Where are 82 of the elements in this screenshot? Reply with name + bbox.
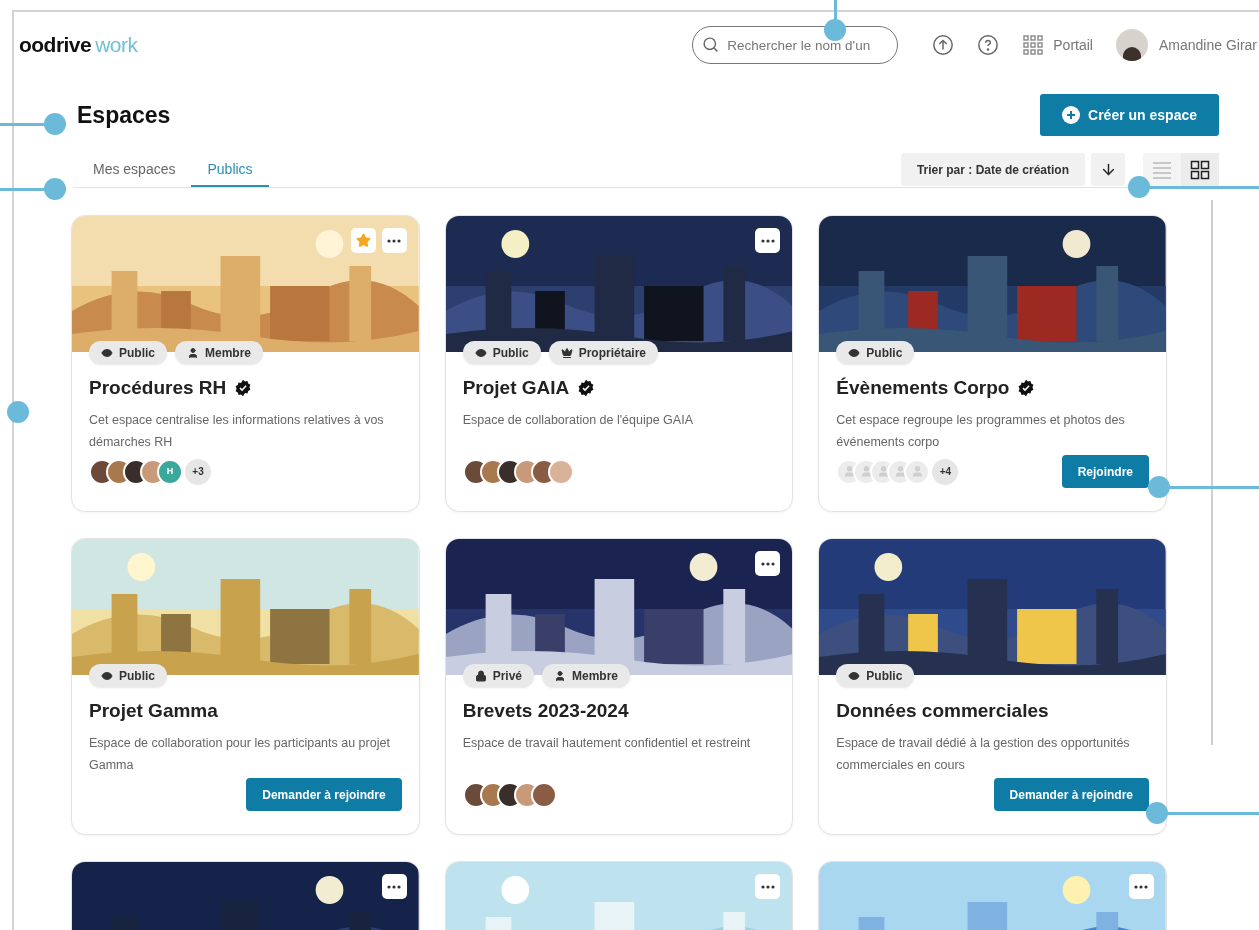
person-icon [859, 465, 873, 478]
join-button[interactable]: Rejoindre [1061, 455, 1149, 488]
space-title: Brevets 2023-2024 [462, 699, 629, 723]
tag: Public [89, 664, 167, 687]
more-button[interactable] [755, 551, 781, 576]
plus-circle-icon [1062, 106, 1081, 124]
space-description: Cet espace regroupe les programmes et photos des événements corpo [836, 411, 1126, 451]
scrollbar[interactable] [1211, 200, 1213, 745]
space-card[interactable]: Public Projet Gamma Espace de collaboration pour les participants au projet Gamma Demander à rejoindre [71, 538, 420, 835]
public-icon [474, 346, 487, 359]
user-avatar[interactable] [1115, 29, 1148, 61]
space-description: Espace de travail hautement confidentiel et restreint [462, 734, 752, 752]
tag: Membre [175, 341, 264, 364]
help-icon[interactable] [977, 34, 1000, 56]
more-icon [1134, 884, 1149, 889]
verified-icon [577, 379, 596, 398]
space-title: Projet Gamma [89, 699, 218, 723]
tag: Public [836, 664, 915, 687]
person-icon [876, 465, 890, 478]
space-description: Espace de travail dédié à la gestion des opportunités commerciales en cours [836, 734, 1131, 774]
public-icon [101, 669, 113, 682]
search-icon [702, 36, 720, 53]
verified-icon [1017, 379, 1036, 398]
tab[interactable]: Publics [191, 153, 269, 187]
more-icon [387, 238, 402, 243]
person-icon [842, 465, 856, 478]
public-icon [848, 669, 861, 682]
person-icon [893, 465, 907, 478]
space-description: Espace de collaboration de l'équipe GAIA [462, 411, 694, 429]
space-card[interactable]: Privé Membre Brevets 2023-2024 Espace de travail hautement confidentiel et restreint [444, 538, 794, 835]
space-description: Espace de collaboration pour les participants au projet Gamma [89, 734, 391, 774]
space-description: Cet espace centralise les informations relatives à vos démarches RH [89, 411, 385, 451]
sort-direction-button[interactable] [1091, 153, 1125, 186]
space-title: Données commerciales [836, 699, 1049, 723]
search-field[interactable]: Rechercher le nom d'un [692, 26, 899, 64]
space-card[interactable]: Public Évènements Corpo Cet espace regroupe les programmes et photos des événements corpo +4 Rejoindre [818, 215, 1167, 512]
public-icon [101, 346, 113, 359]
tag: Membre [542, 664, 631, 687]
tag: Privé [462, 664, 534, 687]
user-name[interactable]: Amandine Girar [1158, 34, 1259, 56]
public-icon [848, 346, 861, 359]
more-icon [760, 238, 775, 243]
person-icon [910, 465, 924, 478]
app-logo[interactable]: oodrive work [19, 29, 138, 61]
tag: Public [462, 341, 541, 364]
join-button[interactable]: Demander à rejoindre [993, 778, 1149, 811]
more-icon [387, 884, 402, 889]
tag: Propriétaire [548, 341, 659, 364]
sort-button[interactable]: Trier par : Date de création [900, 153, 1085, 186]
more-icon [760, 561, 775, 566]
callout-marker [0, 178, 66, 200]
tab[interactable]: Mes espaces [77, 153, 192, 187]
grid-icon [1190, 159, 1210, 180]
apps-grid-icon [1023, 35, 1044, 55]
private-icon [474, 669, 487, 682]
member-count: +3 [185, 458, 211, 485]
list-icon [1152, 160, 1172, 179]
space-title: Procédures RH [89, 376, 227, 400]
portal-button[interactable]: Portail [1023, 34, 1093, 56]
owner-icon [560, 346, 573, 359]
create-space-button[interactable]: Créer un espace [1040, 94, 1219, 136]
more-button[interactable] [755, 228, 781, 253]
callout-marker [824, 0, 846, 41]
space-title: Projet GAIA [462, 376, 570, 400]
space-card[interactable]: Public Données commerciales Espace de travail dédié à la gestion des opportunités commerciales en cours Demander à rejoindre [818, 538, 1167, 835]
tag: Public [89, 341, 167, 364]
callout-marker [0, 113, 66, 135]
verified-icon [234, 379, 253, 398]
more-icon [760, 884, 775, 889]
member-count: +4 [932, 458, 959, 485]
join-button[interactable]: Demander à rejoindre [246, 778, 402, 811]
grid-view-button[interactable] [1181, 153, 1219, 186]
callout-marker [7, 401, 29, 423]
tag: Public [836, 341, 915, 364]
space-title: Évènements Corpo [836, 376, 1010, 400]
star-icon [355, 233, 371, 248]
member-icon [554, 669, 566, 682]
page-title: Espaces [77, 100, 171, 130]
upload-icon[interactable] [932, 34, 955, 56]
member-icon [187, 346, 199, 359]
initials-avatar: H [157, 458, 183, 485]
space-card[interactable]: Public Propriétaire Projet GAIA Espace de collaboration de l'équipe GAIA [444, 215, 794, 512]
